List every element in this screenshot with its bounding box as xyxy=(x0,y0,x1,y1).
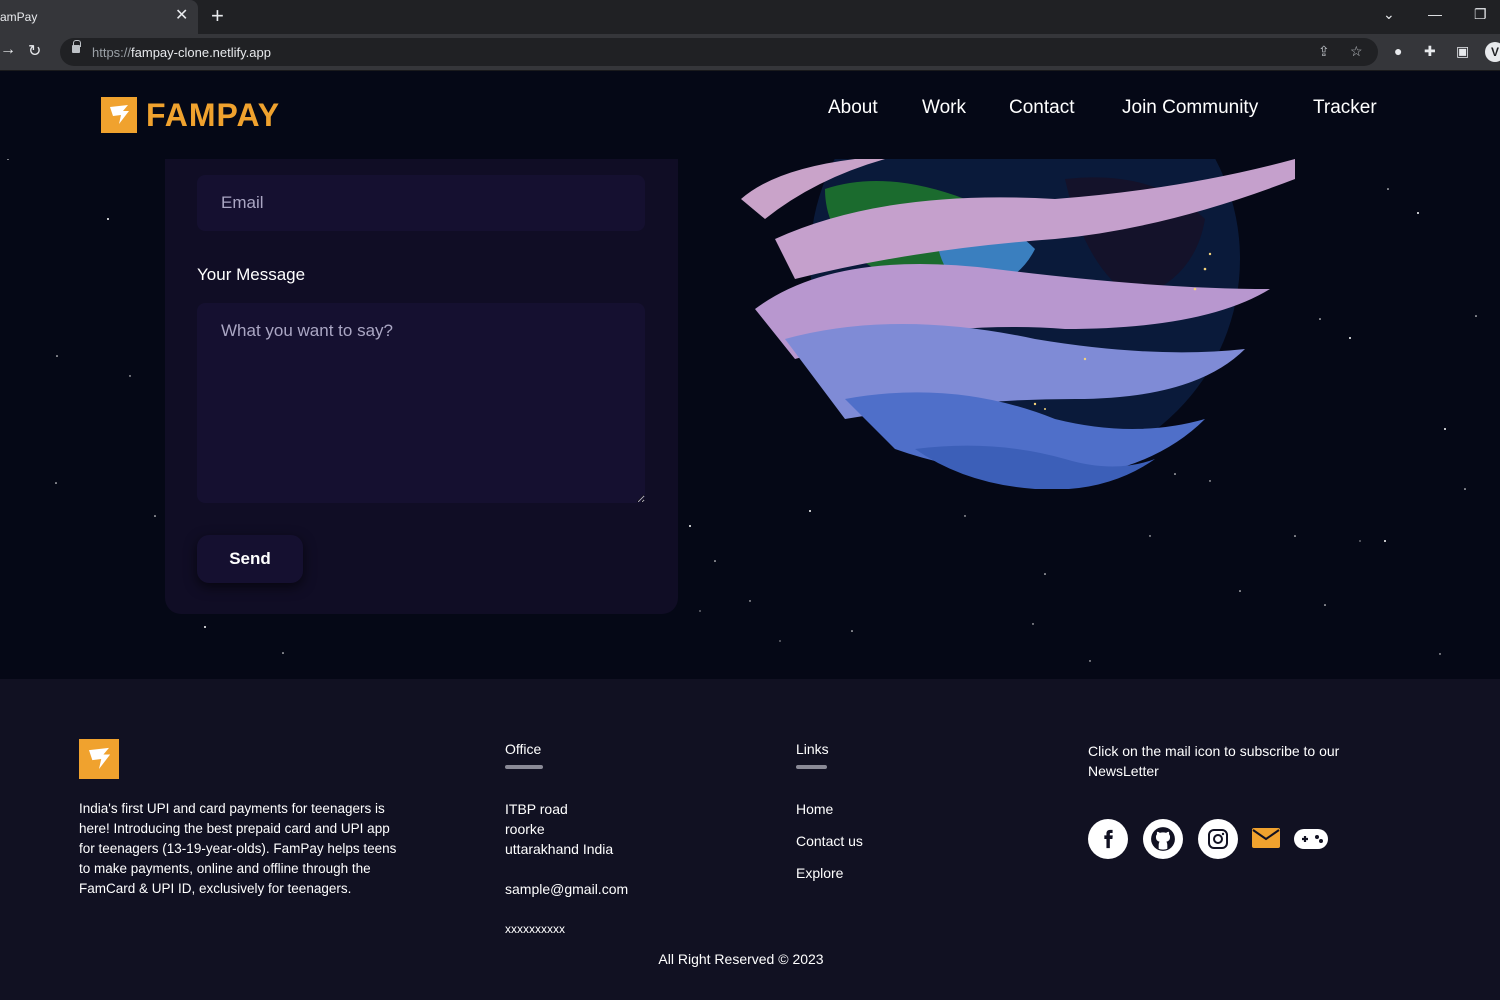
github-icon[interactable] xyxy=(1143,819,1183,859)
url-text[interactable]: https://fampay-clone.netlify.app xyxy=(92,45,271,60)
instagram-icon[interactable] xyxy=(1198,819,1238,859)
tab-close-icon[interactable]: ✕ xyxy=(175,7,188,25)
site-navbar: FAMPAY About Work Contact Join Community… xyxy=(0,71,1500,159)
office-address-line-1: ITBP road xyxy=(505,801,568,817)
minimize-icon[interactable]: — xyxy=(1428,6,1442,22)
message-label: Your Message xyxy=(197,265,306,284)
links-heading: Links xyxy=(796,741,829,757)
tab-search-icon[interactable]: ⌄ xyxy=(1383,6,1395,23)
forward-icon[interactable]: → xyxy=(0,41,16,59)
footer-description: India's first UPI and card payments for … xyxy=(79,801,397,896)
bookmark-star-icon[interactable]: ☆ xyxy=(1350,43,1363,60)
copyright-text: All Right Reserved © 2023 xyxy=(658,951,824,967)
profile-avatar[interactable]: V xyxy=(1485,42,1500,62)
side-panel-icon[interactable]: ▣ xyxy=(1456,43,1469,60)
newsletter-text: Click on the mail icon to subscribe to o… xyxy=(1088,743,1340,779)
tab-title: amPay xyxy=(0,10,38,24)
office-heading: Office xyxy=(505,741,542,757)
email-field[interactable] xyxy=(197,175,645,231)
contact-form-card: Your Message Send xyxy=(165,159,678,614)
office-address-line-3: uttarakhand India xyxy=(505,841,614,857)
earth-3d-model[interactable] xyxy=(735,159,1305,489)
nav-link-join-community[interactable]: Join Community xyxy=(1122,97,1258,119)
web-page: FAMPAY About Work Contact Join Community… xyxy=(0,71,1500,1000)
nav-link-contact[interactable]: Contact xyxy=(1009,97,1074,119)
browser-tab-bar: amPay ✕ + ⌄ — ❐ xyxy=(0,0,1500,34)
brand-name[interactable]: FAMPAY xyxy=(146,97,280,134)
send-button[interactable]: Send xyxy=(197,535,303,583)
facebook-icon[interactable] xyxy=(1088,819,1128,859)
site-footer: India's first UPI and card payments for … xyxy=(0,679,1500,1000)
links-heading-underline xyxy=(796,765,827,769)
share-icon[interactable]: ⇪ xyxy=(1318,43,1330,60)
new-tab-button[interactable]: + xyxy=(211,4,224,28)
office-email: sample@gmail.com xyxy=(505,881,629,897)
footer-link-contact-us[interactable]: Contact us xyxy=(796,833,863,849)
fampay-logo-icon[interactable] xyxy=(101,97,137,133)
mail-icon[interactable] xyxy=(1252,828,1280,848)
address-bar[interactable]: https://fampay-clone.netlify.app ⇪ ☆ xyxy=(60,38,1378,66)
browser-tab[interactable]: amPay ✕ xyxy=(0,0,198,34)
nav-link-about[interactable]: About xyxy=(828,97,878,119)
nav-link-work[interactable]: Work xyxy=(922,97,966,119)
office-phone: xxxxxxxxxx xyxy=(505,922,565,936)
footer-link-home[interactable]: Home xyxy=(796,801,833,817)
restore-icon[interactable]: ❐ xyxy=(1474,6,1487,23)
reload-icon[interactable]: ↻ xyxy=(28,41,41,61)
gamepad-icon[interactable] xyxy=(1294,828,1328,850)
office-heading-underline xyxy=(505,765,543,769)
puzzle-icon[interactable]: ✚ xyxy=(1424,43,1436,60)
nav-link-tracker[interactable]: Tracker xyxy=(1313,97,1377,119)
lock-icon[interactable] xyxy=(72,40,81,53)
browser-toolbar: → ↻ https://fampay-clone.netlify.app ⇪ ☆… xyxy=(0,34,1500,71)
office-address-line-2: roorke xyxy=(505,821,545,837)
message-textarea[interactable] xyxy=(197,303,645,503)
footer-link-explore[interactable]: Explore xyxy=(796,865,843,881)
footer-logo-icon[interactable] xyxy=(79,739,119,779)
extension-icon[interactable]: ● xyxy=(1394,43,1402,59)
